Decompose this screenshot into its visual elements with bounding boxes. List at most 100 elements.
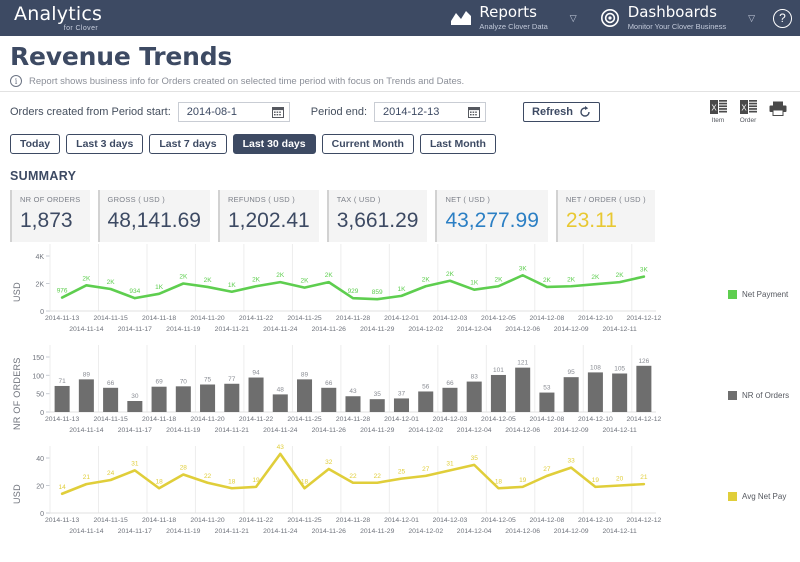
export-buttons-group: X Item X Order bbox=[706, 99, 800, 124]
x-axis-label: 2014-11-19 bbox=[166, 427, 201, 435]
bar bbox=[127, 401, 143, 413]
export-order-label: Order bbox=[739, 117, 757, 124]
nr-of-orders-chart: NR OF ORDERS 0 50 100 150 71 89 66 30 69 70 75 77 94 4… bbox=[0, 343, 800, 444]
plot-area: 0 20 40 14 21 24 31 18 28 22 18 19 43 18 32 22 22 25 27 31 3… bbox=[24, 444, 728, 545]
x-axis-label: 2014-12-12 bbox=[626, 517, 662, 525]
svg-text:2K: 2K bbox=[567, 276, 576, 283]
x-axis-label: 2014-11-18 bbox=[141, 315, 177, 323]
x-axis-label: 2014-12-05 bbox=[481, 517, 516, 525]
svg-text:89: 89 bbox=[83, 371, 91, 378]
x-axis-label: 2014-12-01 bbox=[384, 517, 419, 525]
period-tab-last-month[interactable]: Last Month bbox=[419, 134, 496, 155]
svg-text:2K: 2K bbox=[494, 276, 503, 283]
x-axis-label: 2014-12-04 bbox=[456, 326, 492, 334]
x-axis-label: 2014-11-22 bbox=[238, 416, 274, 424]
bar bbox=[490, 375, 506, 413]
net-payment-chart: USD 0 2K 4K 976 2K 2K 934 1K 2K 2K 1K 2K 2K 2K 2K 929 859… bbox=[0, 242, 800, 343]
bar bbox=[442, 387, 458, 413]
x-axis-label: 2014-12-09 bbox=[553, 528, 589, 536]
brand-logo[interactable]: Analytics for Clover bbox=[0, 0, 102, 36]
x-axis-label: 2014-11-25 bbox=[287, 517, 322, 525]
export-order-button[interactable]: X Order bbox=[736, 99, 760, 124]
x-axis-label: 2014-11-14 bbox=[69, 326, 104, 334]
svg-text:1K: 1K bbox=[155, 284, 164, 291]
period-tab-last-7-days[interactable]: Last 7 days bbox=[149, 134, 227, 155]
svg-text:21: 21 bbox=[83, 474, 91, 481]
svg-text:22: 22 bbox=[349, 473, 357, 480]
x-axis-label: 2014-12-02 bbox=[408, 326, 444, 334]
svg-text:66: 66 bbox=[107, 380, 115, 387]
svg-text:35: 35 bbox=[471, 455, 479, 462]
chevron-down-icon-dashboards[interactable]: ▽ bbox=[748, 13, 755, 24]
svg-text:2K: 2K bbox=[252, 276, 261, 283]
legend-swatch bbox=[728, 391, 737, 401]
bar bbox=[587, 372, 603, 413]
svg-text:31: 31 bbox=[131, 460, 139, 467]
bar bbox=[466, 381, 482, 413]
summary-card-value: 1,873 bbox=[20, 209, 73, 233]
svg-text:108: 108 bbox=[590, 364, 601, 371]
svg-text:18: 18 bbox=[495, 478, 503, 485]
export-item-button[interactable]: X Item bbox=[706, 99, 730, 124]
excel-icon-item: X bbox=[709, 99, 727, 116]
period-start-input[interactable]: 2014-08-1 bbox=[177, 101, 290, 122]
period-tab-current-month[interactable]: Current Month bbox=[321, 134, 414, 155]
x-axis-label: 2014-11-15 bbox=[93, 315, 128, 323]
print-button[interactable] bbox=[766, 99, 790, 116]
period-tab-group: Today Last 3 days Last 7 days Last 30 days C… bbox=[0, 130, 800, 162]
svg-text:2K: 2K bbox=[107, 279, 116, 286]
x-axis-label: 2014-12-01 bbox=[384, 416, 419, 424]
bar bbox=[54, 386, 70, 413]
calendar-icon-end[interactable] bbox=[468, 106, 481, 118]
svg-text:1K: 1K bbox=[398, 286, 407, 293]
nav-item-reports[interactable]: Reports Analyze Clover Data bbox=[440, 3, 553, 31]
period-tab-last-30-days[interactable]: Last 30 days bbox=[232, 134, 316, 155]
svg-text:2K: 2K bbox=[82, 275, 91, 282]
x-axis-label: 2014-11-24 bbox=[263, 528, 298, 536]
help-icon[interactable]: ? bbox=[773, 8, 792, 28]
calendar-icon-start[interactable] bbox=[271, 106, 284, 118]
svg-text:14: 14 bbox=[59, 484, 67, 491]
x-axis-label: 2014-11-14 bbox=[69, 528, 104, 536]
summary-card: NET ( USD ) 43,277.99 bbox=[435, 190, 548, 243]
chevron-down-icon-reports[interactable]: ▽ bbox=[570, 13, 577, 24]
nav-item-dashboards[interactable]: Dashboards Monitor Your Clover Business bbox=[589, 4, 732, 31]
x-axis-label: 2014-12-03 bbox=[432, 315, 468, 323]
x-axis-label: 2014-11-28 bbox=[335, 315, 371, 323]
period-tab-today[interactable]: Today bbox=[10, 134, 61, 155]
x-axis-label: 2014-11-21 bbox=[214, 427, 249, 435]
plot-area: 0 50 100 150 71 89 66 30 69 70 75 77 94 48 89 66 43 35 37 5… bbox=[24, 343, 728, 444]
bar bbox=[393, 398, 409, 413]
x-axis-label: 2014-11-17 bbox=[117, 326, 152, 334]
export-item-label: Item bbox=[711, 117, 725, 124]
nav-label-reports: Reports bbox=[479, 3, 537, 22]
svg-text:X: X bbox=[741, 104, 747, 113]
x-axis-label: 2014-12-12 bbox=[626, 315, 662, 323]
svg-text:100: 100 bbox=[32, 373, 44, 380]
svg-text:66: 66 bbox=[325, 380, 333, 387]
x-axis-label: 2014-11-26 bbox=[311, 326, 346, 334]
svg-text:25: 25 bbox=[398, 469, 406, 476]
summary-card-value: 43,277.99 bbox=[445, 209, 539, 233]
svg-text:77: 77 bbox=[228, 376, 236, 383]
period-tab-last-3-days[interactable]: Last 3 days bbox=[66, 134, 144, 155]
svg-text:859: 859 bbox=[372, 289, 383, 296]
bar bbox=[418, 391, 434, 413]
x-axis-label: 2014-11-29 bbox=[360, 427, 395, 435]
svg-text:929: 929 bbox=[348, 288, 359, 295]
x-axis-label: 2014-12-09 bbox=[553, 326, 589, 334]
svg-text:31: 31 bbox=[446, 460, 454, 467]
svg-text:1K: 1K bbox=[228, 282, 237, 289]
x-axis-label: 2014-11-24 bbox=[263, 427, 298, 435]
chart-legend: NR of Orders bbox=[728, 343, 800, 444]
y-axis-title: NR OF ORDERS bbox=[12, 357, 22, 430]
period-end-input[interactable]: 2014-12-13 bbox=[374, 101, 487, 122]
bar bbox=[151, 386, 167, 413]
refresh-button[interactable]: Refresh bbox=[523, 101, 601, 122]
svg-text:2K: 2K bbox=[446, 271, 455, 278]
summary-card-label: NET / ORDER ( USD ) bbox=[565, 195, 646, 205]
svg-text:69: 69 bbox=[155, 379, 163, 386]
svg-text:43: 43 bbox=[349, 388, 357, 395]
bar bbox=[515, 367, 531, 413]
svg-text:2K: 2K bbox=[301, 278, 310, 285]
